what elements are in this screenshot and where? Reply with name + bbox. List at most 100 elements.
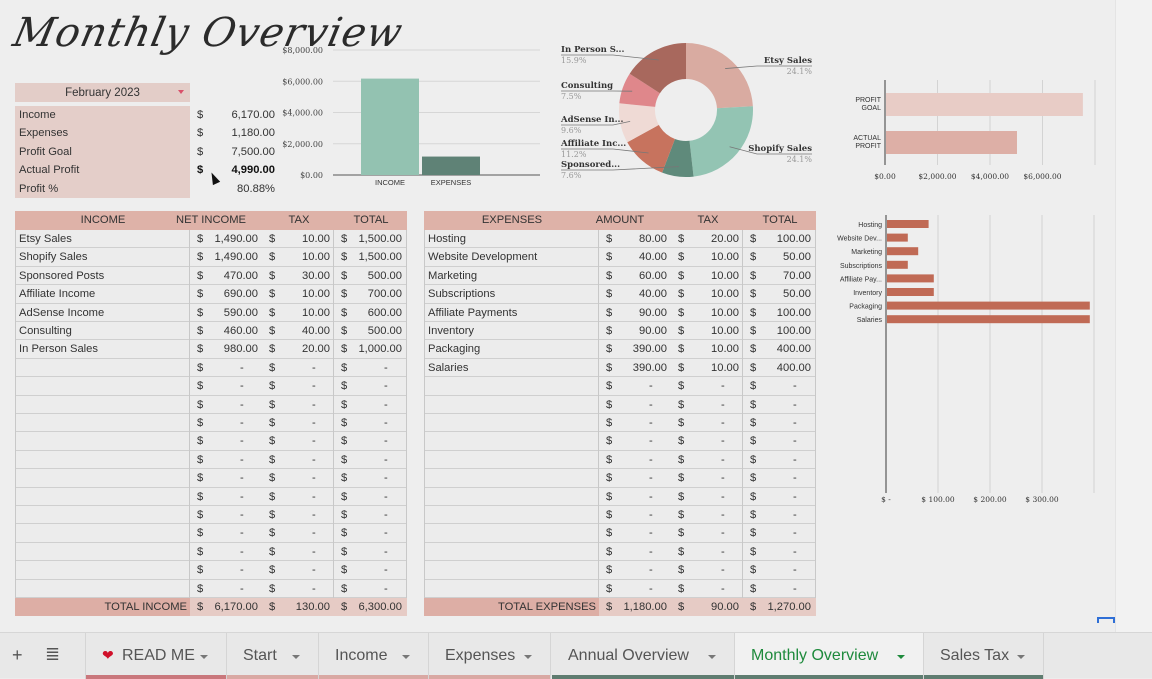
- table-row[interactable]: $-$-$-: [15, 506, 407, 524]
- all-sheets-menu-icon[interactable]: ≣: [45, 644, 60, 665]
- chevron-down-icon[interactable]: [524, 655, 532, 659]
- summary-row[interactable]: Actual Profit$4,990.00: [15, 161, 275, 179]
- cell-value: -: [312, 546, 316, 558]
- cell-value: -: [793, 491, 797, 503]
- currency-symbol: $: [341, 380, 347, 392]
- table-row[interactable]: $-$-$-: [15, 580, 407, 598]
- tab-color-indicator: [552, 675, 734, 679]
- table-row[interactable]: Sponsored Posts$470.00$30.00$500.00: [15, 267, 407, 285]
- table-row[interactable]: $-$-$-: [15, 359, 407, 377]
- currency-symbol: $: [750, 527, 756, 539]
- table-row[interactable]: In Person Sales$980.00$20.00$1,000.00: [15, 340, 407, 358]
- dropdown-arrow-icon[interactable]: [178, 90, 184, 94]
- table-row[interactable]: $-$-$-: [424, 561, 816, 579]
- table-row[interactable]: $-$-$-: [15, 561, 407, 579]
- add-sheet-button[interactable]: +: [12, 645, 23, 666]
- table-row[interactable]: $-$-$-: [424, 414, 816, 432]
- table-row[interactable]: $-$-$-: [15, 488, 407, 506]
- spreadsheet-grid[interactable]: Monthly Overview February 2023 Income$6,…: [0, 0, 1115, 632]
- tab-annual-overview[interactable]: Annual Overview: [552, 633, 735, 679]
- currency-symbol: $: [678, 454, 684, 466]
- y-tick-label: $6,000.00: [282, 77, 323, 86]
- chevron-down-icon[interactable]: [897, 655, 905, 659]
- table-row[interactable]: $-$-$-: [424, 488, 816, 506]
- summary-row[interactable]: Profit %80.88%: [15, 180, 275, 198]
- table-row[interactable]: Consulting$460.00$40.00$500.00: [15, 322, 407, 340]
- table-row[interactable]: $-$-$-: [15, 451, 407, 469]
- currency-symbol: $: [750, 601, 756, 613]
- currency-symbol: $: [341, 491, 347, 503]
- tab-read-me[interactable]: ❤READ ME: [85, 633, 227, 679]
- tab-sales-tax[interactable]: Sales Tax: [924, 633, 1044, 679]
- table-row[interactable]: Salaries$390.00$10.00$400.00: [424, 359, 816, 377]
- summary-row[interactable]: Profit Goal$7,500.00: [15, 143, 275, 161]
- cell-value: -: [312, 583, 316, 595]
- month-dropdown[interactable]: February 2023: [15, 83, 190, 102]
- table-row[interactable]: $-$-$-: [424, 432, 816, 450]
- currency-symbol: $: [197, 435, 203, 447]
- currency-symbol: $: [269, 233, 275, 245]
- table-row[interactable]: $-$-$-: [424, 580, 816, 598]
- table-row[interactable]: $-$-$-: [15, 469, 407, 487]
- currency-symbol: $: [606, 270, 612, 282]
- cell-value: 590.00: [224, 307, 258, 319]
- tab-income[interactable]: Income: [319, 633, 429, 679]
- x-tick-label: INCOME: [375, 178, 405, 187]
- table-row[interactable]: Marketing$60.00$10.00$70.00: [424, 267, 816, 285]
- cell-value: 400.00: [777, 362, 811, 374]
- table-row[interactable]: $-$-$-: [15, 377, 407, 395]
- tab-start[interactable]: Start: [227, 633, 319, 679]
- currency-symbol: $: [269, 417, 275, 429]
- table-row[interactable]: Hosting$80.00$20.00$100.00: [424, 230, 816, 248]
- table-row[interactable]: Affiliate Income$690.00$10.00$700.00: [15, 285, 407, 303]
- chevron-down-icon[interactable]: [292, 655, 300, 659]
- cell-value: -: [384, 435, 388, 447]
- table-row[interactable]: $-$-$-: [15, 396, 407, 414]
- summary-row[interactable]: Expenses$1,180.00: [15, 124, 275, 142]
- table-row[interactable]: Subscriptions$40.00$10.00$50.00: [424, 285, 816, 303]
- table-row[interactable]: $-$-$-: [15, 543, 407, 561]
- table-row[interactable]: $-$-$-: [424, 543, 816, 561]
- table-row[interactable]: Etsy Sales$1,490.00$10.00$1,500.00: [15, 230, 407, 248]
- summary-value: 7,500.00: [231, 146, 275, 158]
- table-row[interactable]: $-$-$-: [424, 396, 816, 414]
- summary-value: 80.88%: [237, 183, 275, 195]
- chevron-down-icon[interactable]: [1017, 655, 1025, 659]
- row-label: Subscriptions: [428, 288, 495, 300]
- cell-border: [424, 469, 599, 487]
- chevron-down-icon[interactable]: [200, 655, 208, 659]
- expense-bar: [887, 315, 1090, 323]
- cell-value: -: [793, 380, 797, 392]
- table-row[interactable]: $-$-$-: [424, 377, 816, 395]
- table-row[interactable]: AdSense Income$590.00$10.00$600.00: [15, 304, 407, 322]
- cell-value: 100.00: [777, 233, 811, 245]
- chevron-down-icon[interactable]: [708, 655, 716, 659]
- table-row[interactable]: $-$-$-: [424, 469, 816, 487]
- table-row[interactable]: $-$-$-: [424, 524, 816, 542]
- table-row[interactable]: $-$-$-: [15, 414, 407, 432]
- chevron-down-icon[interactable]: [402, 655, 410, 659]
- selection-handle[interactable]: [1097, 617, 1115, 623]
- table-row[interactable]: $-$-$-: [15, 432, 407, 450]
- table-row[interactable]: Inventory$90.00$10.00$100.00: [424, 322, 816, 340]
- table-row[interactable]: Shopify Sales$1,490.00$10.00$1,500.00: [15, 248, 407, 266]
- currency-symbol: $: [606, 527, 612, 539]
- totals-value: 130.00: [296, 601, 330, 613]
- donut-slice: [686, 43, 753, 108]
- summary-row[interactable]: Income$6,170.00: [15, 106, 275, 124]
- table-row[interactable]: Website Development$40.00$10.00$50.00: [424, 248, 816, 266]
- summary-label: Actual Profit: [19, 164, 79, 176]
- table-row[interactable]: Packaging$390.00$10.00$400.00: [424, 340, 816, 358]
- slice-percent: 15.9%: [561, 56, 587, 65]
- tab-expenses[interactable]: Expenses: [429, 633, 551, 679]
- currency-symbol: $: [606, 380, 612, 392]
- cell-value: -: [312, 380, 316, 392]
- month-dropdown-value: February 2023: [65, 87, 140, 99]
- tab-color-indicator: [735, 675, 923, 679]
- table-row[interactable]: $-$-$-: [424, 506, 816, 524]
- table-row[interactable]: Affiliate Payments$90.00$10.00$100.00: [424, 304, 816, 322]
- table-row[interactable]: $-$-$-: [15, 524, 407, 542]
- slice-percent: 11.2%: [561, 150, 587, 159]
- table-row[interactable]: $-$-$-: [424, 451, 816, 469]
- tab-monthly-overview[interactable]: Monthly Overview: [735, 633, 924, 679]
